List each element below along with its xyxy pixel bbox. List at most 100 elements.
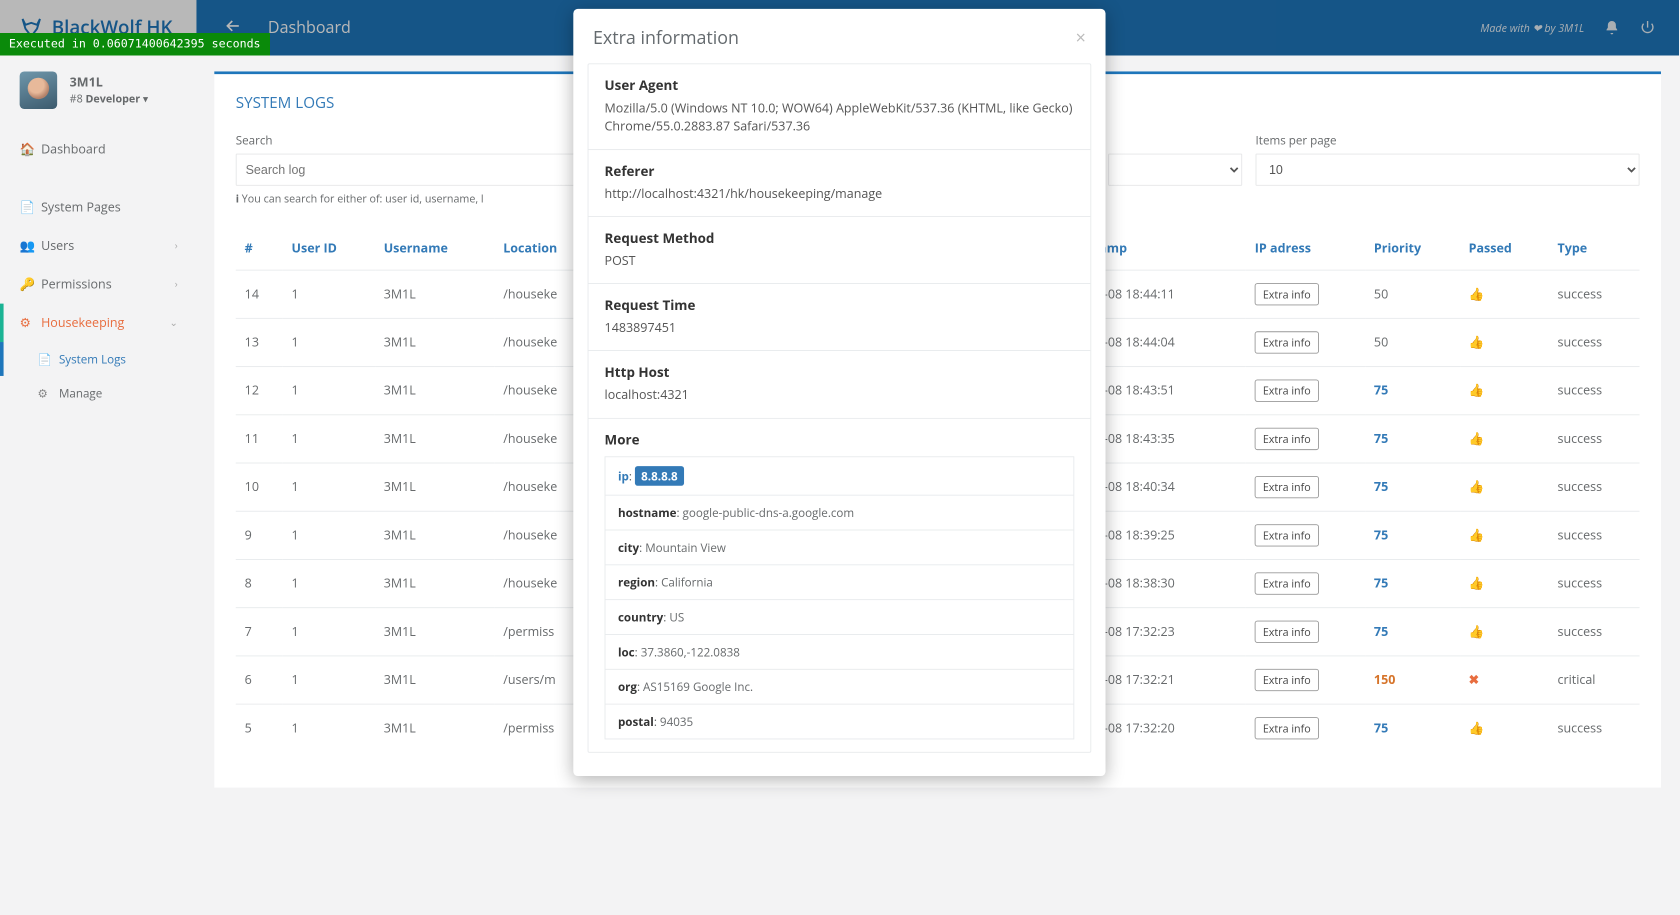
col-passed[interactable]: Passed	[1460, 230, 1549, 271]
cell-ip: Extra info	[1246, 559, 1365, 607]
cell-username: 3M1L	[375, 511, 495, 559]
extra-info-button[interactable]: Extra info	[1255, 476, 1319, 498]
cell-idx: 11	[236, 415, 283, 463]
ua-value: Mozilla/5.0 (Windows NT 10.0; WOW64) App…	[605, 100, 1075, 136]
col-type[interactable]: Type	[1549, 230, 1640, 271]
cell-username: 3M1L	[375, 704, 495, 752]
more-region-row: region: California	[605, 564, 1073, 599]
modal-close-button[interactable]: ×	[1076, 25, 1086, 49]
cell-type: success	[1549, 463, 1640, 511]
cell-ip: Extra info	[1246, 415, 1365, 463]
extra-info-button[interactable]: Extra info	[1255, 717, 1319, 739]
nav-label: Manage	[59, 385, 102, 401]
thumbs-up-icon: 👍	[1469, 623, 1485, 640]
cell-type: success	[1549, 511, 1640, 559]
more-val: US	[669, 609, 684, 625]
cell-passed: 👍	[1460, 415, 1549, 463]
extra-info-button[interactable]: Extra info	[1255, 283, 1319, 305]
extra-info-button[interactable]: Extra info	[1255, 380, 1319, 402]
cell-idx: 5	[236, 704, 283, 752]
cell-uid: 1	[283, 559, 375, 607]
filter-select-1[interactable]	[1108, 154, 1242, 186]
chevron-right-icon: ›	[175, 278, 178, 291]
cell-username: 3M1L	[375, 463, 495, 511]
nav-label: Users	[41, 238, 74, 255]
more-val: 94035	[660, 713, 693, 729]
more-val: Mountain View	[645, 539, 726, 555]
col-username[interactable]: Username	[375, 230, 495, 271]
cell-uid: 1	[283, 367, 375, 415]
nav-system-logs[interactable]: 📄 System Logs	[0, 342, 196, 376]
cell-uid: 1	[283, 463, 375, 511]
nav-label: Dashboard	[41, 141, 106, 158]
cell-passed: 👍	[1460, 270, 1549, 318]
more-key: city	[618, 539, 639, 555]
more-heading: More	[605, 431, 1075, 449]
cell-idx: 9	[236, 511, 283, 559]
nav-manage[interactable]: ⚙ Manage	[0, 376, 196, 410]
nav-label: Housekeeping	[41, 314, 124, 331]
thumbs-up-icon: 👍	[1469, 382, 1485, 399]
cell-type: success	[1549, 318, 1640, 366]
host-heading: Http Host	[605, 364, 1075, 382]
nav-label: Permissions	[41, 276, 112, 293]
nav-dashboard[interactable]: 🏠 Dashboard	[0, 130, 196, 168]
chevron-right-icon: ›	[175, 239, 178, 252]
thumbs-up-icon: 👍	[1469, 527, 1485, 544]
nav-permissions[interactable]: 🔑 Permissions ›	[0, 265, 196, 303]
cell-priority: 75	[1365, 415, 1460, 463]
more-key: postal	[618, 713, 654, 729]
cell-passed: 👍	[1460, 608, 1549, 656]
more-val: google-public-dns-a.google.com	[683, 504, 855, 520]
cell-type: success	[1549, 608, 1640, 656]
users-icon: 👥	[20, 238, 41, 255]
more-ip-row: ip: 8.8.8.8	[605, 457, 1073, 495]
cell-type: critical	[1549, 656, 1640, 704]
extra-info-button[interactable]: Extra info	[1255, 524, 1319, 546]
ua-heading: User Agent	[605, 77, 1075, 95]
extra-info-modal: Extra information × User Agent Mozilla/5…	[573, 9, 1105, 776]
cell-uid: 1	[283, 704, 375, 752]
profile-role[interactable]: #8 Developer ▾	[70, 91, 149, 106]
col-priority[interactable]: Priority	[1365, 230, 1460, 271]
thumbs-up-icon: 👍	[1469, 334, 1485, 351]
key-icon: 🔑	[20, 276, 41, 293]
cog-icon: ⚙	[38, 385, 59, 401]
cell-passed: 👍	[1460, 559, 1549, 607]
host-value: localhost:4321	[605, 387, 1075, 405]
cell-ip: Extra info	[1246, 318, 1365, 366]
cell-ip: Extra info	[1246, 511, 1365, 559]
cell-passed: 👍	[1460, 463, 1549, 511]
cell-username: 3M1L	[375, 608, 495, 656]
extra-info-button[interactable]: Extra info	[1255, 621, 1319, 643]
more-postal-row: postal: 94035	[605, 703, 1073, 738]
items-label: Items per page	[1256, 132, 1640, 148]
profile-role-name: Developer	[85, 91, 140, 106]
more-city-row: city: Mountain View	[605, 529, 1073, 564]
items-per-page-select[interactable]: 10	[1256, 154, 1640, 186]
home-icon: 🏠	[20, 141, 41, 158]
extra-info-button[interactable]: Extra info	[1255, 428, 1319, 450]
extra-info-button[interactable]: Extra info	[1255, 331, 1319, 353]
cell-priority: 75	[1365, 704, 1460, 752]
cell-uid: 1	[283, 318, 375, 366]
nav-users[interactable]: 👥 Users ›	[0, 227, 196, 265]
col-ip[interactable]: IP adress	[1246, 230, 1365, 271]
col-user-id[interactable]: User ID	[283, 230, 375, 271]
cell-username: 3M1L	[375, 270, 495, 318]
nav-system-pages[interactable]: 📄 System Pages	[0, 188, 196, 226]
cell-idx: 14	[236, 270, 283, 318]
cell-uid: 1	[283, 511, 375, 559]
x-icon: ✖	[1469, 672, 1479, 689]
col-idx[interactable]: #	[236, 230, 283, 271]
cell-ip: Extra info	[1246, 463, 1365, 511]
extra-info-button[interactable]: Extra info	[1255, 572, 1319, 594]
cell-uid: 1	[283, 656, 375, 704]
cell-type: success	[1549, 559, 1640, 607]
cell-username: 3M1L	[375, 559, 495, 607]
cell-username: 3M1L	[375, 656, 495, 704]
nav-housekeeping[interactable]: ⚙ Housekeeping ⌄	[0, 304, 196, 342]
rtime-value: 1483897451	[605, 320, 1075, 338]
modal-title: Extra information	[593, 25, 739, 49]
extra-info-button[interactable]: Extra info	[1255, 669, 1319, 691]
